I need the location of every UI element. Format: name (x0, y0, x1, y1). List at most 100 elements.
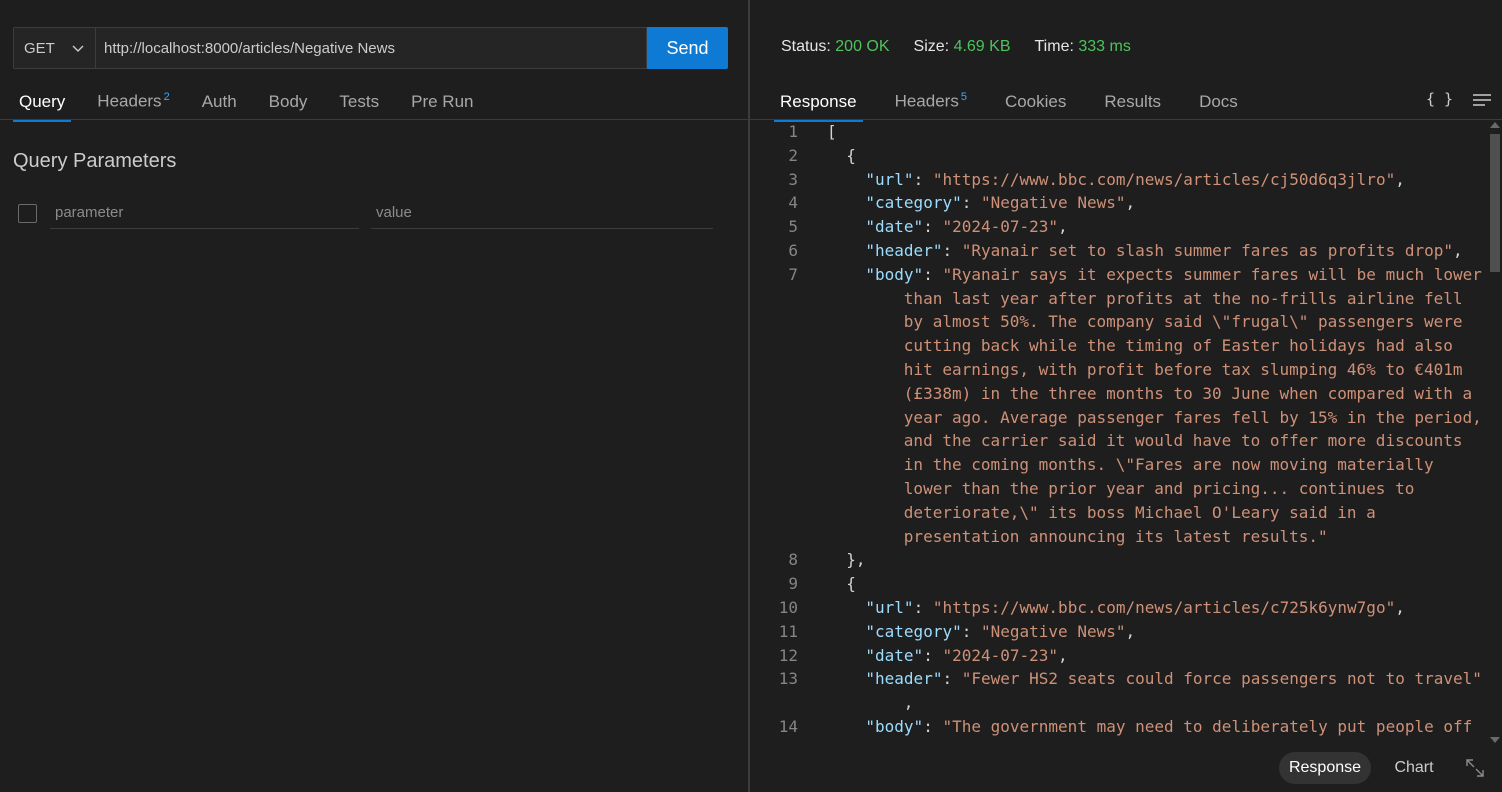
size-stat: Size: 4.69 KB (914, 38, 1011, 56)
json-string: (£338m) in the three months to 30 June w… (903, 383, 1473, 403)
url-input[interactable]: http://localhost:8000/articles/Negative … (95, 27, 647, 69)
json-string: year ago. Average passenger fares fell b… (903, 407, 1482, 427)
request-pane: GET http://localhost:8000/articles/Negat… (0, 0, 748, 792)
json-key: "date" (865, 217, 924, 237)
code-text: "date": "2024-07-23", (865, 215, 1067, 239)
code-text: , (904, 691, 914, 715)
json-punctuation: : (923, 645, 943, 665)
method-select[interactable]: GET (13, 27, 95, 69)
json-punctuation: , (1125, 621, 1136, 641)
json-key: "date" (865, 645, 924, 665)
json-string: "Negative News" (980, 193, 1126, 213)
json-punctuation: : (913, 598, 933, 617)
scroll-thumb[interactable] (1490, 134, 1500, 272)
json-punctuation: , (1395, 598, 1405, 617)
response-editor[interactable]: 1 [2 {3 "url": "https://www.bbc.com/news/ar… (750, 120, 1502, 745)
json-string: "The government may need to deliberately… (942, 717, 1473, 736)
code-text: "date": "2024-07-23", (865, 644, 1067, 668)
tab-auth[interactable]: Auth (196, 92, 243, 120)
tab-label: Tests (339, 92, 380, 111)
json-punctuation: : (942, 669, 962, 689)
line-number: 4 (788, 193, 798, 213)
json-punctuation: }, (846, 550, 866, 570)
size-label: Size: (913, 38, 950, 55)
tab-label: Cookies (1004, 92, 1067, 111)
json-punctuation: : (961, 193, 981, 213)
send-button[interactable]: Send (647, 27, 728, 69)
code-text: year ago. Average passenger fares fell b… (904, 406, 1482, 430)
chevron-down-icon (72, 45, 84, 52)
scroll-up-arrow-icon[interactable] (1490, 122, 1500, 128)
tab-body[interactable]: Body (263, 92, 314, 120)
json-key: "url" (865, 169, 914, 189)
tab-tests[interactable]: Tests (333, 92, 385, 120)
scroll-down-arrow-icon[interactable] (1490, 737, 1500, 743)
json-string: "Ryanair set to slash summer fares as pr… (961, 241, 1453, 260)
line-number: 2 (788, 145, 798, 165)
json-punctuation: { (846, 145, 856, 165)
code-text: { (846, 144, 856, 168)
code-text: }, (846, 548, 865, 572)
json-string: and the carrier said it would have to of… (903, 431, 1463, 451)
menu-lines-icon[interactable] (1472, 92, 1492, 108)
method-value: GET (24, 39, 55, 57)
param-enable-checkbox[interactable] (18, 203, 37, 223)
json-key: "category" (865, 621, 962, 641)
json-string: presentation announcing its latest resul… (903, 526, 1328, 546)
json-string: "Ryanair says it expects summer fares wi… (942, 264, 1482, 284)
json-punctuation: , (1058, 645, 1068, 665)
tab-headers[interactable]: Headers 2 (91, 91, 175, 120)
status-stat: Status: 200 OK (781, 38, 890, 56)
code-text: by almost 50%. The company said \"frugal… (904, 310, 1463, 334)
json-punctuation: : (961, 621, 981, 641)
code-text: cutting back while the timing of Easter … (904, 334, 1453, 358)
format-json-button[interactable]: { } (1426, 90, 1453, 108)
code-text: "category": "Negative News", (865, 620, 1135, 644)
value-input[interactable]: value (371, 197, 713, 229)
json-punctuation: , (1395, 169, 1405, 189)
line-number: 8 (788, 550, 798, 570)
tab-label: Docs (1199, 92, 1238, 111)
code-text: "header": "Ryanair set to slash summer f… (865, 239, 1462, 263)
code-text: and the carrier said it would have to of… (904, 429, 1463, 453)
parameter-input[interactable]: parameter (50, 197, 359, 229)
code-text: "header": "Fewer HS2 seats could force p… (865, 667, 1482, 691)
json-string: "https://www.bbc.com/news/articles/c725k… (932, 598, 1396, 617)
response-view-button[interactable]: Response (1279, 752, 1371, 784)
json-punctuation: : (923, 217, 943, 237)
json-string: in the coming months. \"Fares are now mo… (903, 455, 1434, 475)
tab-query[interactable]: Query (13, 92, 72, 122)
tab-label: Body (268, 92, 308, 111)
time-stat: Time: 333 ms (1035, 38, 1131, 56)
tabs-divider (0, 119, 748, 120)
tab-headers[interactable]: Headers 5 (889, 91, 973, 120)
chart-view-button[interactable]: Chart (1380, 752, 1448, 784)
tab-results[interactable]: Results (1098, 92, 1167, 120)
line-number: 6 (788, 241, 798, 260)
line-number: 14 (778, 717, 798, 736)
tab-label: Headers (894, 92, 959, 111)
code-text: (£338m) in the three months to 30 June w… (904, 382, 1472, 406)
tab-pre-run[interactable]: Pre Run (405, 92, 479, 120)
json-punctuation: : (942, 241, 962, 260)
query-parameters-title: Query Parameters (13, 150, 177, 172)
tab-response[interactable]: Response (774, 92, 863, 122)
size-value: 4.69 KB (953, 38, 1011, 55)
tab-docs[interactable]: Docs (1193, 92, 1244, 120)
json-string: lower than the prior year and pricing...… (903, 479, 1415, 498)
line-number: 5 (788, 217, 798, 237)
code-text: hit earnings, with profit before tax slu… (904, 358, 1463, 382)
line-number: 3 (788, 169, 798, 189)
editor-scrollbar[interactable] (1488, 120, 1502, 745)
expand-icon[interactable] (1464, 757, 1486, 779)
line-number: 11 (778, 621, 798, 641)
code-text: "category": "Negative News", (865, 191, 1135, 215)
tab-label: Results (1104, 92, 1162, 111)
tab-label: Query (19, 92, 66, 111)
code-text: than last year after profits at the no-f… (904, 287, 1463, 311)
tab-cookies[interactable]: Cookies (999, 92, 1072, 120)
json-punctuation: , (1058, 217, 1068, 237)
json-key: "header" (865, 669, 943, 689)
tab-count-badge: 2 (163, 91, 170, 104)
response-status-line: Status: 200 OK Size: 4.69 KB Time: 333 m… (781, 38, 1155, 56)
